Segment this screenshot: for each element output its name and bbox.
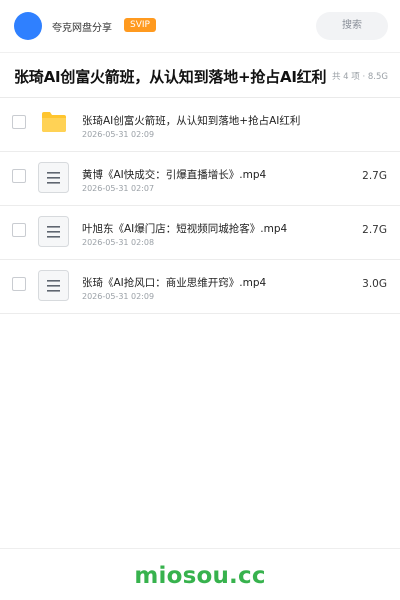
item-checkbox[interactable] (12, 277, 26, 291)
file-size: 2.7G (362, 170, 387, 182)
file-size: 3.0G (362, 278, 387, 290)
share-page: 夸克网盘分享 SVIP 搜索 张琦AI创富火箭班，从认知到落地+抢占AI红利 共… (0, 0, 400, 600)
list-item[interactable]: 张琦《AI抢风口：商业思维开窍》.mp4 2026-05-31 02:09 3.… (0, 260, 400, 314)
watermark: miosou.cc (134, 563, 266, 589)
file-name[interactable]: 黄博《AI快成交：引爆直播增长》.mp4 (82, 167, 266, 182)
avatar[interactable] (14, 12, 42, 40)
file-date: 2026-05-31 02:07 (82, 184, 155, 193)
item-checkbox[interactable] (12, 115, 26, 129)
file-name[interactable]: 张琦AI创富火箭班，从认知到落地+抢占AI红利 (82, 113, 300, 128)
list-item[interactable]: 黄博《AI快成交：引爆直播增长》.mp4 2026-05-31 02:07 2.… (0, 152, 400, 206)
file-name[interactable]: 叶旭东《AI爆门店：短视频同城抢客》.mp4 (82, 221, 287, 236)
item-checkbox[interactable] (12, 169, 26, 183)
search-input[interactable]: 搜索 (316, 12, 388, 40)
footer-divider (0, 548, 400, 549)
folder-title-bar: 张琦AI创富火箭班，从认知到落地+抢占AI红利 共 4 项 · 8.5G (0, 52, 400, 98)
brand-label: 夸克网盘分享 (52, 23, 112, 34)
file-size: 2.7G (362, 224, 387, 236)
list-item[interactable]: 叶旭东《AI爆门店：短视频同城抢客》.mp4 2026-05-31 02:08 … (0, 206, 400, 260)
video-file-icon (38, 270, 69, 301)
folder-icon (42, 112, 66, 132)
video-file-icon (38, 162, 69, 193)
file-name[interactable]: 张琦《AI抢风口：商业思维开窍》.mp4 (82, 275, 266, 290)
file-date: 2026-05-31 02:09 (82, 292, 155, 301)
vip-badge: SVIP (124, 18, 156, 32)
header: 夸克网盘分享 SVIP 搜索 (0, 0, 400, 53)
video-file-icon (38, 216, 69, 247)
file-list: 张琦AI创富火箭班，从认知到落地+抢占AI红利 2026-05-31 02:09… (0, 98, 400, 314)
file-date: 2026-05-31 02:08 (82, 238, 155, 247)
item-checkbox[interactable] (12, 223, 26, 237)
list-item[interactable]: 张琦AI创富火箭班，从认知到落地+抢占AI红利 2026-05-31 02:09 (0, 98, 400, 152)
folder-summary: 共 4 项 · 8.5G (331, 72, 388, 82)
page-title: 张琦AI创富火箭班，从认知到落地+抢占AI红利 (14, 68, 327, 86)
file-date: 2026-05-31 02:09 (82, 130, 155, 139)
